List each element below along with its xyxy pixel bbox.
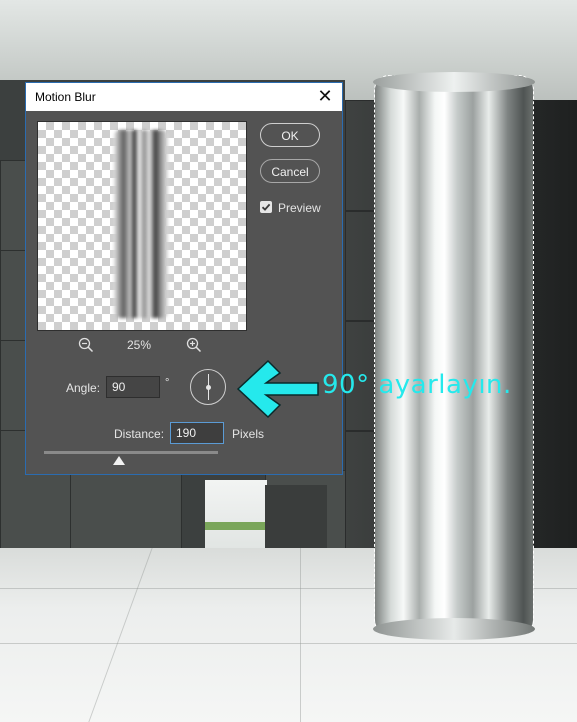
- zoom-level: 25%: [127, 338, 152, 352]
- grass-strip: [205, 522, 267, 530]
- angle-input[interactable]: 90: [106, 376, 160, 398]
- wall-tile: [345, 210, 377, 322]
- selected-column: [373, 72, 535, 640]
- angle-dial-icon[interactable]: [190, 369, 226, 405]
- zoom-in-icon[interactable]: [186, 337, 202, 353]
- wall-tile: [345, 430, 377, 552]
- zoom-out-icon[interactable]: [78, 337, 94, 353]
- floor-joint: [88, 548, 153, 722]
- wall-tile: [345, 100, 377, 212]
- filter-preview[interactable]: [37, 121, 247, 331]
- distance-slider-thumb[interactable]: [112, 456, 125, 465]
- close-icon[interactable]: ✕: [316, 86, 334, 106]
- column-cap: [373, 72, 535, 92]
- preview-label: Preview: [278, 201, 321, 215]
- annotation-text: 90° ayarlayın.: [322, 370, 512, 400]
- column-base: [373, 618, 535, 640]
- cancel-button[interactable]: Cancel: [260, 159, 320, 183]
- checkmark-icon: [261, 203, 271, 211]
- dialog-titlebar[interactable]: Motion Blur ✕: [26, 83, 342, 111]
- distance-input[interactable]: 190: [170, 422, 224, 444]
- ok-button[interactable]: OK: [260, 123, 320, 147]
- arrow-left-icon: [236, 359, 319, 419]
- floor-joint: [300, 548, 301, 722]
- dial-center: [206, 385, 211, 390]
- preview-checkbox[interactable]: [260, 201, 272, 213]
- pixels-label: Pixels: [232, 427, 265, 441]
- angle-label: Angle:: [66, 381, 101, 395]
- dialog-title: Motion Blur: [35, 90, 96, 104]
- degree-symbol: °: [165, 377, 170, 389]
- preview-blurred-column: [114, 130, 168, 318]
- floor-joint: [0, 643, 577, 644]
- distance-label: Distance:: [114, 427, 165, 441]
- distance-slider[interactable]: [44, 451, 218, 454]
- wall-tile: [70, 470, 182, 552]
